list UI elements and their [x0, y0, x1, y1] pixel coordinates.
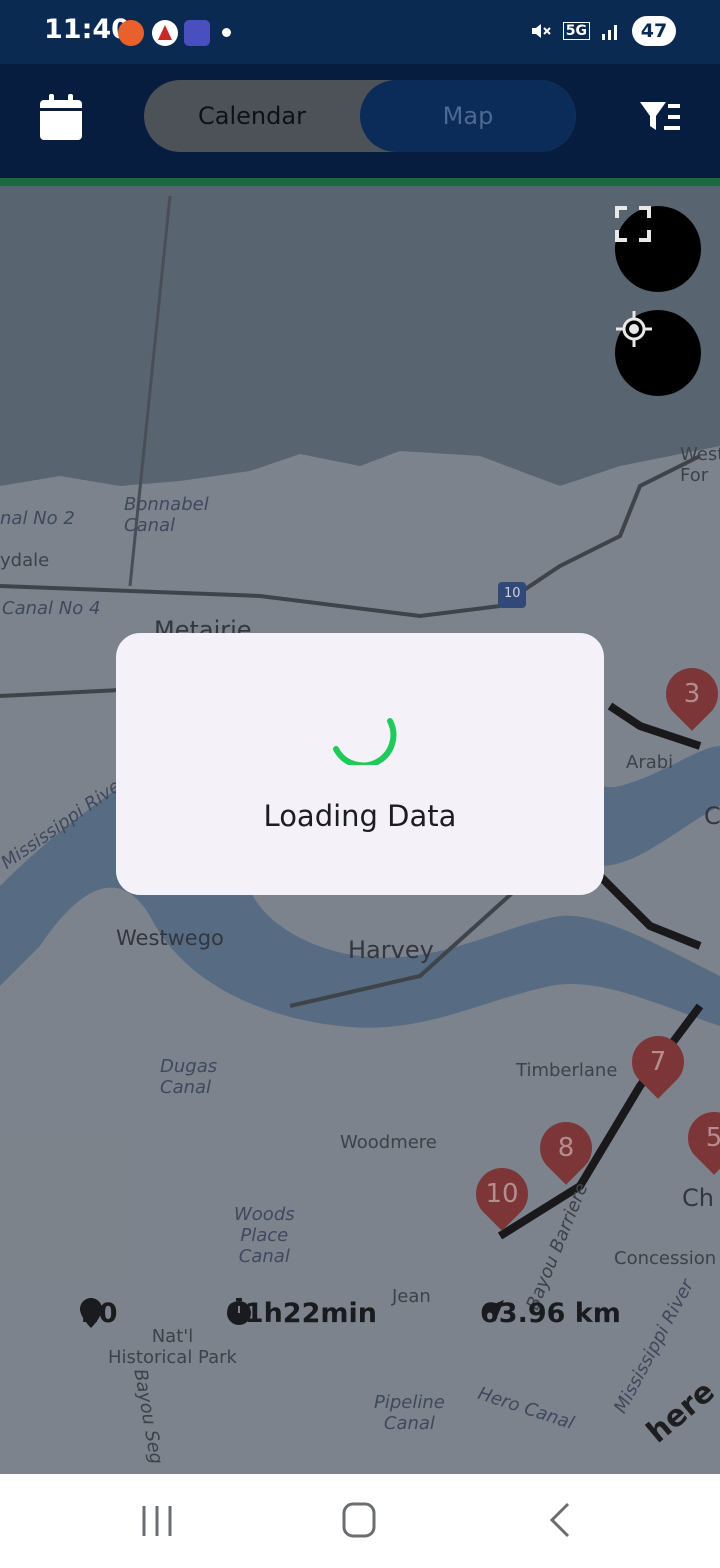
- fullscreen-button[interactable]: [615, 206, 701, 292]
- network-type: 5G: [562, 22, 590, 40]
- signal-icon: [602, 25, 617, 40]
- fullscreen-icon: [615, 206, 651, 242]
- loading-spinner: [333, 718, 397, 765]
- navigation-app-icon: [152, 20, 178, 46]
- system-nav-bar: [0, 1474, 720, 1568]
- tab-calendar[interactable]: Calendar: [144, 80, 360, 152]
- view-toggle: Calendar Map: [144, 80, 576, 152]
- teams-icon: [184, 20, 210, 46]
- tab-map[interactable]: Map: [360, 80, 576, 152]
- filter-icon[interactable]: [640, 100, 680, 134]
- my-location-icon: [616, 311, 652, 347]
- status-time: 11:40: [44, 14, 130, 45]
- calendar-icon[interactable]: [40, 94, 82, 140]
- mute-icon: [531, 24, 551, 38]
- notification-dot: [222, 28, 231, 37]
- status-bar: 11:40 5G 47: [0, 0, 720, 64]
- recorder-app-icon: [118, 20, 144, 46]
- recent-apps-icon[interactable]: [132, 1498, 182, 1544]
- loading-dialog: Loading Data: [116, 633, 604, 895]
- back-icon[interactable]: [536, 1498, 586, 1544]
- my-location-button[interactable]: [615, 310, 701, 396]
- header-divider: [0, 178, 720, 186]
- app-header: Calendar Map: [0, 64, 720, 178]
- home-icon[interactable]: [334, 1498, 384, 1544]
- loading-message: Loading Data: [263, 799, 457, 833]
- battery-indicator: 47: [632, 16, 676, 46]
- status-right: 5G 47: [529, 16, 676, 46]
